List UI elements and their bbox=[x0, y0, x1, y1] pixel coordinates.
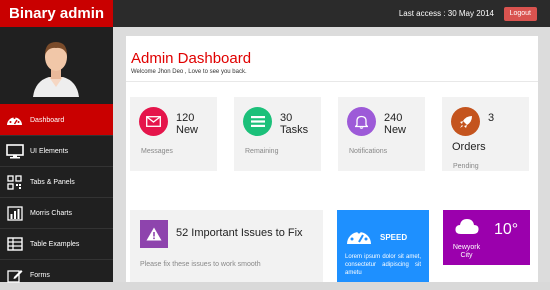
sidebar-item-forms[interactable]: Forms bbox=[0, 259, 113, 290]
avatar bbox=[33, 42, 79, 97]
sidebar-item-morris-charts[interactable]: Morris Charts bbox=[0, 197, 113, 228]
rocket-icon bbox=[451, 107, 480, 136]
edit-icon bbox=[5, 267, 24, 283]
page-title: Admin Dashboard bbox=[131, 50, 252, 67]
sidebar: Dashboard UI Elements Tabs & Panels Morr… bbox=[0, 27, 113, 283]
envelope-icon bbox=[139, 107, 168, 136]
stat-value: 120 New bbox=[176, 112, 199, 136]
bar-chart-icon bbox=[5, 205, 24, 221]
issues-card: 52 Important Issues to Fix Please fix th… bbox=[130, 210, 323, 282]
last-access-text: Last access : 30 May 2014 bbox=[398, 9, 494, 18]
issues-title: 52 Important Issues to Fix bbox=[176, 227, 303, 239]
dashboard-panel: Admin Dashboard Welcome Jhon Deo , Love … bbox=[126, 36, 538, 282]
welcome-text: Welcome Jhon Deo , Love to see you back. bbox=[131, 69, 247, 75]
weather-card: 10° Newyork City bbox=[443, 210, 530, 265]
logout-button[interactable]: Logout bbox=[503, 7, 537, 21]
weather-temperature: 10° bbox=[494, 221, 519, 238]
brand-logo[interactable]: Binary admin bbox=[0, 0, 113, 27]
sidebar-item-label: Dashboard bbox=[30, 116, 65, 124]
sidebar-item-label: Forms bbox=[30, 271, 50, 279]
stat-value: 3 bbox=[488, 112, 495, 124]
stat-value: 30 Tasks bbox=[280, 112, 309, 136]
qrcode-icon bbox=[5, 174, 24, 190]
sidebar-item-label: UI Elements bbox=[30, 147, 69, 155]
stat-card-notifications: 240 New Notifications bbox=[338, 97, 425, 171]
sidebar-item-table-examples[interactable]: Table Examples bbox=[0, 228, 113, 259]
cloud-icon bbox=[455, 219, 479, 234]
speed-title: SPEED bbox=[380, 233, 408, 242]
stat-label: Notifications bbox=[349, 148, 388, 155]
divider bbox=[126, 81, 538, 82]
dashboard-icon bbox=[5, 112, 24, 128]
top-navbar: Binary admin Last access : 30 May 2014 L… bbox=[0, 0, 550, 27]
table-icon bbox=[5, 236, 24, 252]
sidebar-item-label: Morris Charts bbox=[30, 209, 73, 217]
list-icon bbox=[243, 107, 272, 136]
weather-city: Newyork City bbox=[452, 244, 481, 259]
sidebar-item-dashboard[interactable]: Dashboard bbox=[0, 104, 113, 135]
dashboard-icon bbox=[347, 230, 371, 244]
stat-label: Messages bbox=[141, 148, 173, 155]
sidebar-item-label: Table Examples bbox=[30, 240, 80, 248]
sidebar-item-tabs-panels[interactable]: Tabs & Panels bbox=[0, 166, 113, 197]
issues-subtitle: Please fix these issues to work smooth bbox=[140, 261, 261, 268]
warning-icon bbox=[140, 220, 168, 248]
speed-card: SPEED Lorem ipsum dolor sit amet, consec… bbox=[337, 210, 429, 282]
main-content: Admin Dashboard Welcome Jhon Deo , Love … bbox=[113, 27, 550, 282]
stat-card-messages: 120 New Messages bbox=[130, 97, 217, 171]
stat-label: Pending bbox=[453, 163, 479, 170]
stat-card-orders: 3 Orders Pending bbox=[442, 97, 529, 171]
stat-value: 240 New bbox=[384, 112, 407, 136]
stat-card-tasks: 30 Tasks Remaining bbox=[234, 97, 321, 171]
stat-value-second: Orders bbox=[452, 141, 486, 153]
user-profile bbox=[0, 27, 113, 104]
desktop-icon bbox=[5, 143, 24, 159]
stat-label: Remaining bbox=[245, 148, 279, 155]
speed-text: Lorem ipsum dolor sit amet, consectetur … bbox=[345, 254, 421, 276]
bell-icon bbox=[347, 107, 376, 136]
sidebar-item-ui-elements[interactable]: UI Elements bbox=[0, 135, 113, 166]
sidebar-item-label: Tabs & Panels bbox=[30, 178, 75, 186]
